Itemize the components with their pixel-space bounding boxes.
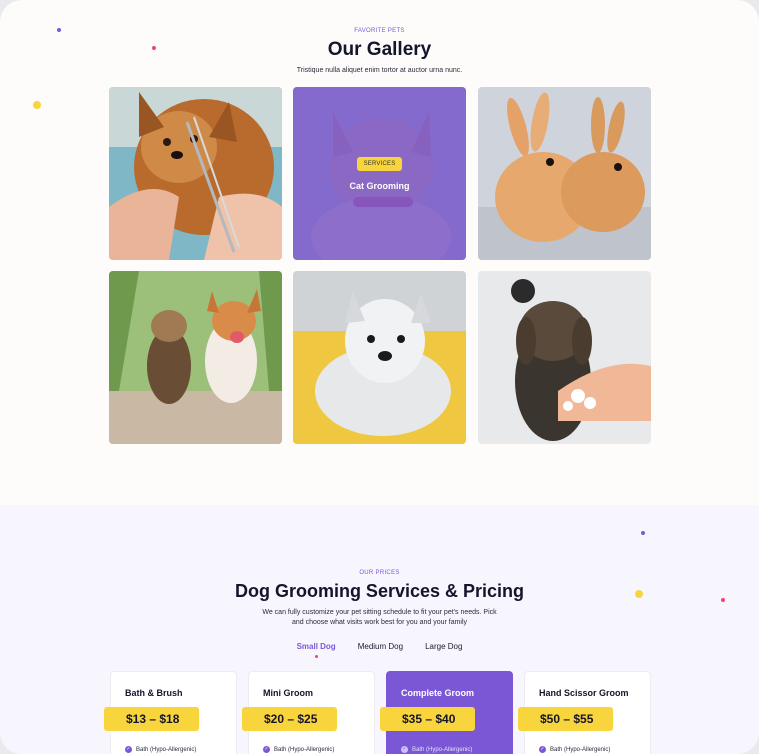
pricing-subtitle-2: and choose what visits work best for you…	[291, 619, 468, 626]
feature-label: Bath (Hypo-Allergenic)	[274, 746, 335, 753]
yorkie-grooming-image	[109, 87, 282, 260]
white-terrier-image	[293, 271, 466, 444]
gallery-title: Our Gallery	[327, 39, 432, 60]
page: FAVORITE PETS Our Gallery Tristique null…	[0, 0, 759, 754]
cat-grooming-overlay: SERVICES Cat Grooming	[293, 87, 466, 260]
feature-item: ✓ Bath (Hypo-Allergenic)	[539, 746, 610, 753]
gallery-tile-dogs-running[interactable]	[109, 271, 282, 444]
feature-item: ✓ Bath (Hypo-Allergenic)	[263, 746, 334, 753]
card-title: Hand Scissor Groom	[539, 688, 629, 698]
gallery-eyebrow: FAVORITE PETS	[354, 28, 405, 34]
price-tag: $35 – $40	[380, 707, 476, 731]
pricing-subtitle-1: We can fully customize your pet sitting …	[262, 609, 497, 616]
dogs-running-image	[109, 271, 282, 444]
price-tag: $13 – $18	[104, 707, 200, 731]
feature-item: ✓ Bath (Hypo-Allergenic)	[401, 746, 472, 753]
pricing-card-complete-groom[interactable]: Complete Groom $35 – $40 ✓ Bath (Hypo-Al…	[380, 671, 513, 754]
gallery-tile-white-terrier[interactable]	[293, 271, 466, 444]
decor-dot-yellow	[33, 101, 41, 109]
price-tag: $20 – $25	[242, 707, 338, 731]
pricing-title: Dog Grooming Services & Pricing	[234, 581, 525, 601]
card-title: Mini Groom	[263, 688, 313, 698]
bunnies-image	[478, 87, 651, 260]
tile-caption[interactable]: Cat Grooming	[350, 181, 410, 191]
gallery-tile-dog-bath[interactable]	[478, 271, 651, 444]
tab-small-dog[interactable]: Small Dog	[297, 642, 336, 658]
feature-label: Bath (Hypo-Allergenic)	[412, 746, 473, 753]
decor-dot-purple-2	[641, 531, 645, 535]
check-icon: ✓	[125, 746, 132, 753]
tab-large-dog[interactable]: Large Dog	[425, 642, 462, 651]
check-icon: ✓	[401, 746, 408, 753]
check-icon: ✓	[263, 746, 270, 753]
gallery-tile-cat-grooming[interactable]: SERVICES Cat Grooming	[293, 87, 466, 260]
pricing-card-mini-groom[interactable]: Mini Groom $20 – $25 ✓ Bath (Hypo-Allerg…	[242, 671, 375, 754]
gallery-subtitle: Tristique nulla aliquet enim tortor at a…	[296, 67, 463, 74]
pricing-card-bath-brush[interactable]: Bath & Brush $13 – $18 ✓ Bath (Hypo-Alle…	[104, 671, 237, 754]
pricing-eyebrow: OUR PRICES	[359, 570, 400, 576]
gallery-tile-yorkie-grooming[interactable]	[109, 87, 282, 260]
gallery-tile-bunnies[interactable]	[478, 87, 651, 260]
dog-size-tabs: Small Dog Medium Dog Large Dog	[0, 642, 759, 658]
card-title: Bath & Brush	[125, 688, 183, 698]
pricing-card-hand-scissor-groom[interactable]: Hand Scissor Groom $50 – $55 ✓ Bath (Hyp…	[518, 671, 651, 754]
check-icon: ✓	[539, 746, 546, 753]
feature-label: Bath (Hypo-Allergenic)	[550, 746, 611, 753]
feature-item: ✓ Bath (Hypo-Allergenic)	[125, 746, 196, 753]
feature-label: Bath (Hypo-Allergenic)	[136, 746, 197, 753]
tab-medium-dog[interactable]: Medium Dog	[358, 642, 403, 651]
dog-bath-image	[478, 271, 651, 444]
card-title: Complete Groom	[401, 688, 475, 698]
services-badge[interactable]: SERVICES	[356, 156, 403, 171]
price-tag: $50 – $55	[518, 707, 614, 731]
